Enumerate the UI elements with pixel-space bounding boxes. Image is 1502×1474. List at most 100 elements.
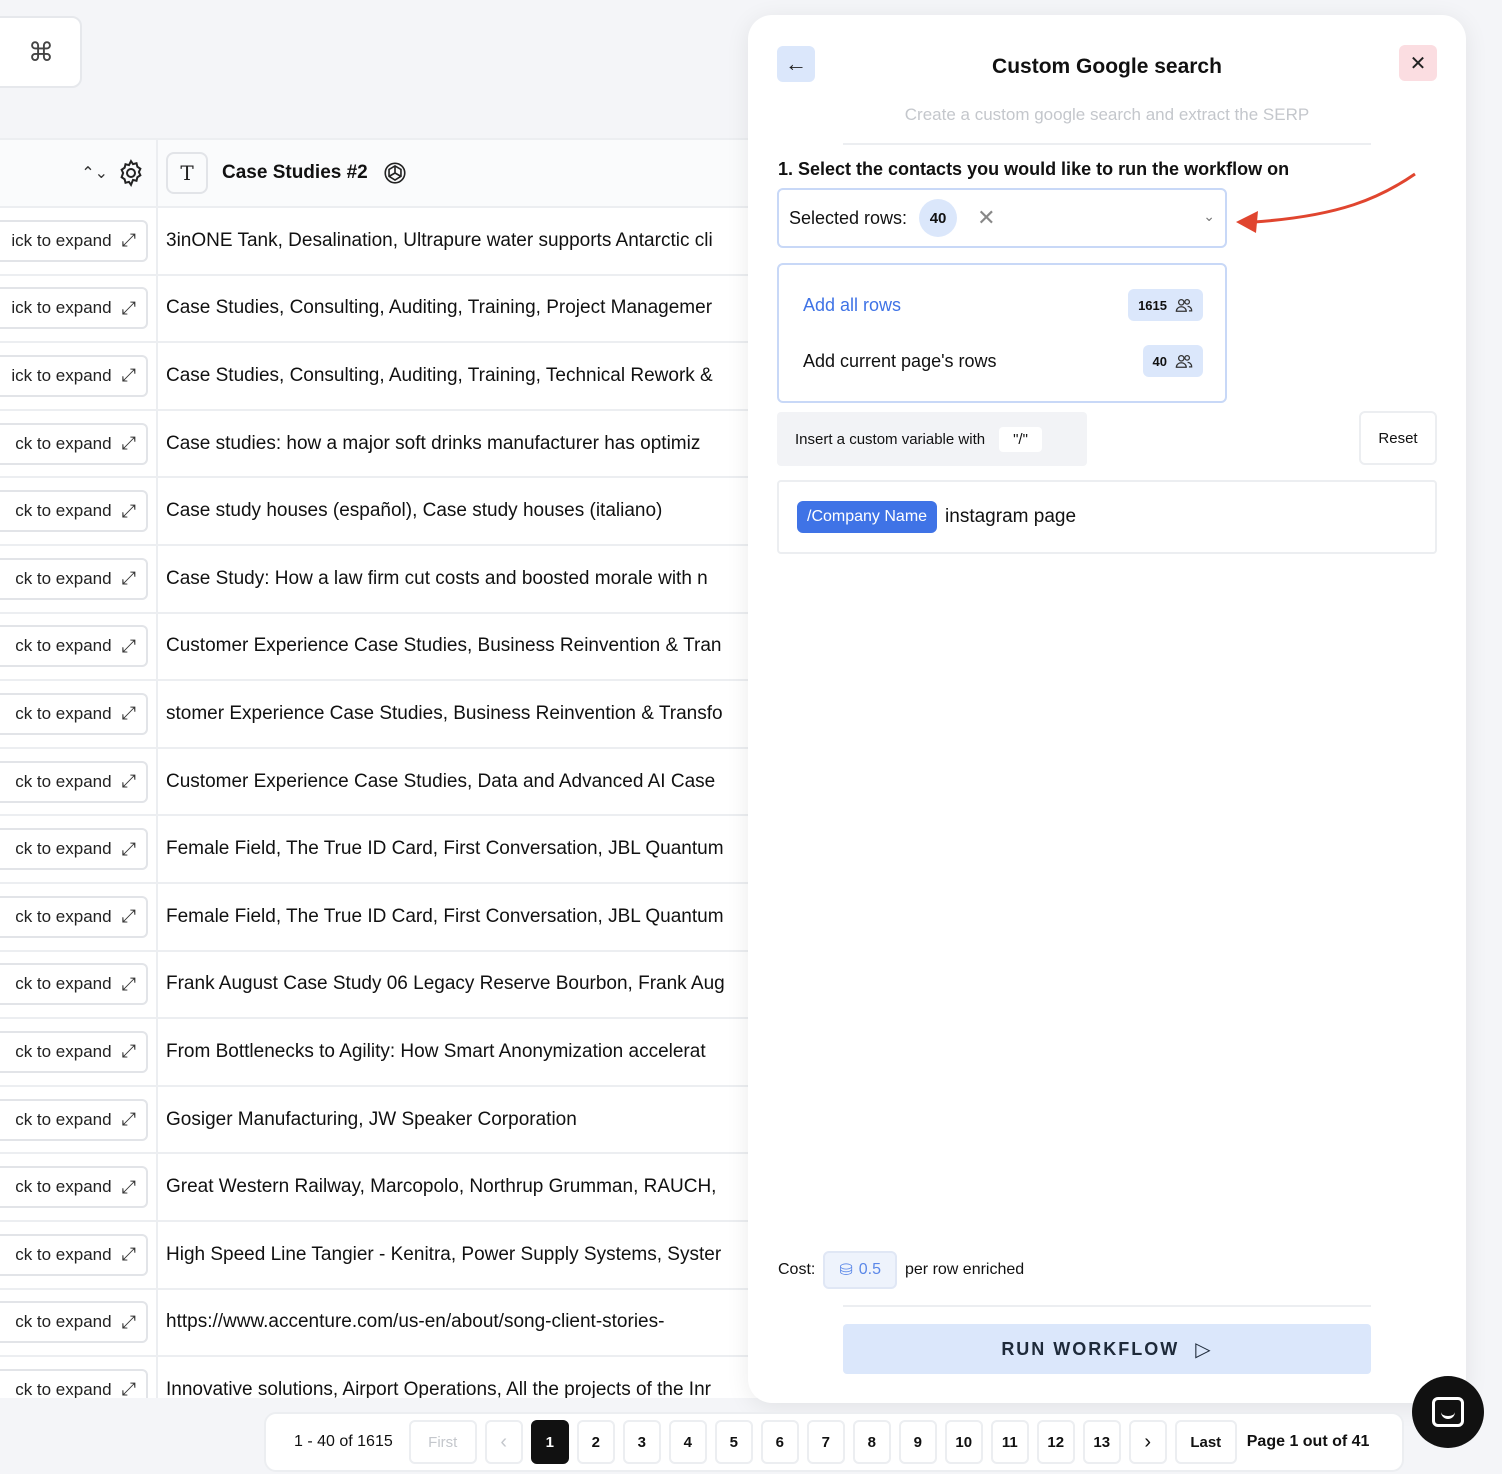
chevron-down-icon[interactable]: ⌄ [1203,208,1215,225]
header-controls: ⌃⌄ [0,140,158,206]
case-studies-cell[interactable]: https://www.accenture.com/us-en/about/so… [158,1290,760,1356]
prev-page-button[interactable]: ‹ [484,1420,523,1464]
data-table: ⌃⌄ T Case Studies #2 ick to expand ⤢ 3inON… [0,138,760,1398]
click-to-expand-button[interactable]: ck to expand ⤢ [0,422,148,465]
click-to-expand-button[interactable]: ck to expand ⤢ [0,1098,148,1141]
expand-cell: ck to expand ⤢ [0,883,158,950]
next-page-button[interactable]: › [1128,1420,1167,1464]
gear-icon[interactable] [116,158,146,188]
expand-cell: ck to expand ⤢ [0,1086,158,1153]
click-to-expand-button[interactable]: ick to expand ⤢ [0,287,148,330]
case-studies-cell[interactable]: Case Studies, Consulting, Auditing, Trai… [158,276,760,342]
case-studies-cell[interactable]: Customer Experience Case Studies, Data a… [158,749,760,815]
page-button-13[interactable]: 13 [1082,1420,1121,1464]
click-to-expand-button[interactable]: ck to expand ⤢ [0,490,148,533]
case-studies-cell[interactable]: Gosiger Manufacturing, JW Speaker Corpor… [158,1087,760,1153]
case-studies-cell[interactable]: From Bottlenecks to Agility: How Smart A… [158,1019,760,1085]
page-button-5[interactable]: 5 [714,1420,753,1464]
add-all-rows-option[interactable]: Add all rows [803,295,901,316]
click-to-expand-button[interactable]: ck to expand ⤢ [0,1368,148,1398]
click-to-expand-button[interactable]: ck to expand ⤢ [0,692,148,735]
table-row: ck to expand ⤢ Great Western Railway, Marc… [0,1154,760,1222]
click-to-expand-button[interactable]: ck to expand ⤢ [0,1030,148,1073]
click-to-expand-button[interactable]: ck to expand ⤢ [0,557,148,600]
clear-icon[interactable]: ✕ [977,205,995,231]
table-body: ick to expand ⤢ 3inONE Tank, Desalination,… [0,208,760,1398]
expand-icon: ⤢ [121,230,136,251]
variable-hint-text: Insert a custom variable with [795,430,986,448]
last-page-button[interactable]: Last [1174,1420,1237,1464]
expand-cell: ick to expand ⤢ [0,343,158,409]
click-to-expand-button[interactable]: ck to expand ⤢ [0,1233,148,1276]
click-to-expand-button[interactable]: ick to expand ⤢ [0,354,148,397]
expand-icon: ⤢ [121,906,136,927]
click-to-expand-button[interactable]: ck to expand ⤢ [0,1301,148,1344]
rows-select[interactable]: Selected rows: 40 ✕ ⌄ [777,188,1227,248]
case-studies-cell[interactable]: stomer Experience Case Studies, Business… [158,681,760,747]
cost-row: Cost: ⛁ 0.5 per row enriched [778,1251,1024,1289]
case-studies-cell[interactable]: Case Studies, Consulting, Auditing, Trai… [158,343,760,409]
close-button[interactable]: ✕ [1399,45,1437,81]
case-studies-cell[interactable]: Case study houses (español), Case study … [158,478,760,544]
page-button-3[interactable]: 3 [622,1420,661,1464]
case-studies-cell[interactable]: Female Field, The True ID Card, First Co… [158,816,760,882]
first-page-button[interactable]: First [408,1420,477,1464]
table-header: ⌃⌄ T Case Studies #2 [0,140,760,208]
add-current-page-rows-option[interactable]: Add current page's rows [803,351,997,372]
page-button-12[interactable]: 12 [1036,1420,1075,1464]
page-button-11[interactable]: 11 [990,1420,1029,1464]
expand-cell: ck to expand ⤢ [0,816,158,882]
click-to-expand-button[interactable]: ck to expand ⤢ [0,625,148,668]
click-to-expand-button[interactable]: ck to expand ⤢ [0,828,148,871]
page-button-2[interactable]: 2 [576,1420,615,1464]
case-studies-cell[interactable]: Case Study: How a law firm cut costs and… [158,546,760,612]
panel-subtitle: Create a custom google search and extrac… [904,105,1310,124]
select-label: Selected rows: [789,207,908,228]
sort-icon[interactable]: ⌃⌄ [81,163,108,183]
page-button-1[interactable]: 1 [530,1420,569,1464]
divider [843,1305,1371,1307]
expand-icon: ⤢ [121,703,136,724]
case-studies-cell[interactable]: 3inONE Tank, Desalination, Ultrapure wat… [158,208,760,274]
reset-button[interactable]: Reset [1359,411,1437,465]
query-editor[interactable]: /Company Name instagram page [777,480,1437,554]
click-to-expand-button[interactable]: ick to expand ⤢ [0,219,148,262]
page-button-7[interactable]: 7 [806,1420,845,1464]
case-studies-cell[interactable]: Case studies: how a major soft drinks ma… [158,411,760,477]
command-button[interactable]: ⌘ [0,16,82,88]
expand-icon: ⤢ [121,433,136,454]
company-name-variable-chip[interactable]: /Company Name [797,501,938,533]
case-studies-cell[interactable]: Frank August Case Study 06 Legacy Reserv… [158,952,760,1018]
case-studies-cell[interactable]: High Speed Line Tangier - Kenitra, Power… [158,1222,760,1288]
expand-label: ck to expand [15,703,112,723]
expand-icon: ⤢ [121,1176,136,1197]
page-button-6[interactable]: 6 [760,1420,799,1464]
expand-icon: ⤢ [121,635,136,656]
table-row: ck to expand ⤢ Female Field, The True ID C… [0,816,760,884]
expand-cell: ck to expand ⤢ [0,1289,158,1356]
case-studies-cell[interactable]: Female Field, The True ID Card, First Co… [158,884,760,950]
page-button-4[interactable]: 4 [668,1420,707,1464]
table-row: ck to expand ⤢ Case Study: How a law firm … [0,545,760,614]
click-to-expand-button[interactable]: ck to expand ⤢ [0,963,148,1006]
annotation-arrow-icon [1236,172,1416,233]
run-workflow-button[interactable]: RUN WORKFLOW ▷ [843,1324,1371,1374]
case-studies-cell[interactable]: Customer Experience Case Studies, Busine… [158,614,760,680]
expand-cell: ck to expand ⤢ [0,748,158,815]
all-rows-count-badge: 1615 [1128,289,1203,321]
click-to-expand-button[interactable]: ck to expand ⤢ [0,895,148,938]
click-to-expand-button[interactable]: ck to expand ⤢ [0,1166,148,1209]
expand-label: ck to expand [15,1041,112,1061]
page-button-9[interactable]: 9 [898,1420,937,1464]
page-button-10[interactable]: 10 [944,1420,983,1464]
table-row: ck to expand ⤢ Innovative solutions, Airpo… [0,1357,760,1398]
page-button-8[interactable]: 8 [852,1420,891,1464]
expand-icon: ⤢ [121,365,136,386]
text-type-icon: T [166,152,208,194]
click-to-expand-button[interactable]: ck to expand ⤢ [0,760,148,803]
case-studies-cell[interactable]: Great Western Railway, Marcopolo, Northr… [158,1154,760,1220]
column-header-case-studies[interactable]: T Case Studies #2 [158,140,760,206]
chat-launcher-button[interactable] [1412,1376,1484,1448]
table-row: ck to expand ⤢ From Bottlenecks to Agility… [0,1019,760,1087]
case-studies-cell[interactable]: Innovative solutions, Airport Operations… [158,1357,760,1398]
